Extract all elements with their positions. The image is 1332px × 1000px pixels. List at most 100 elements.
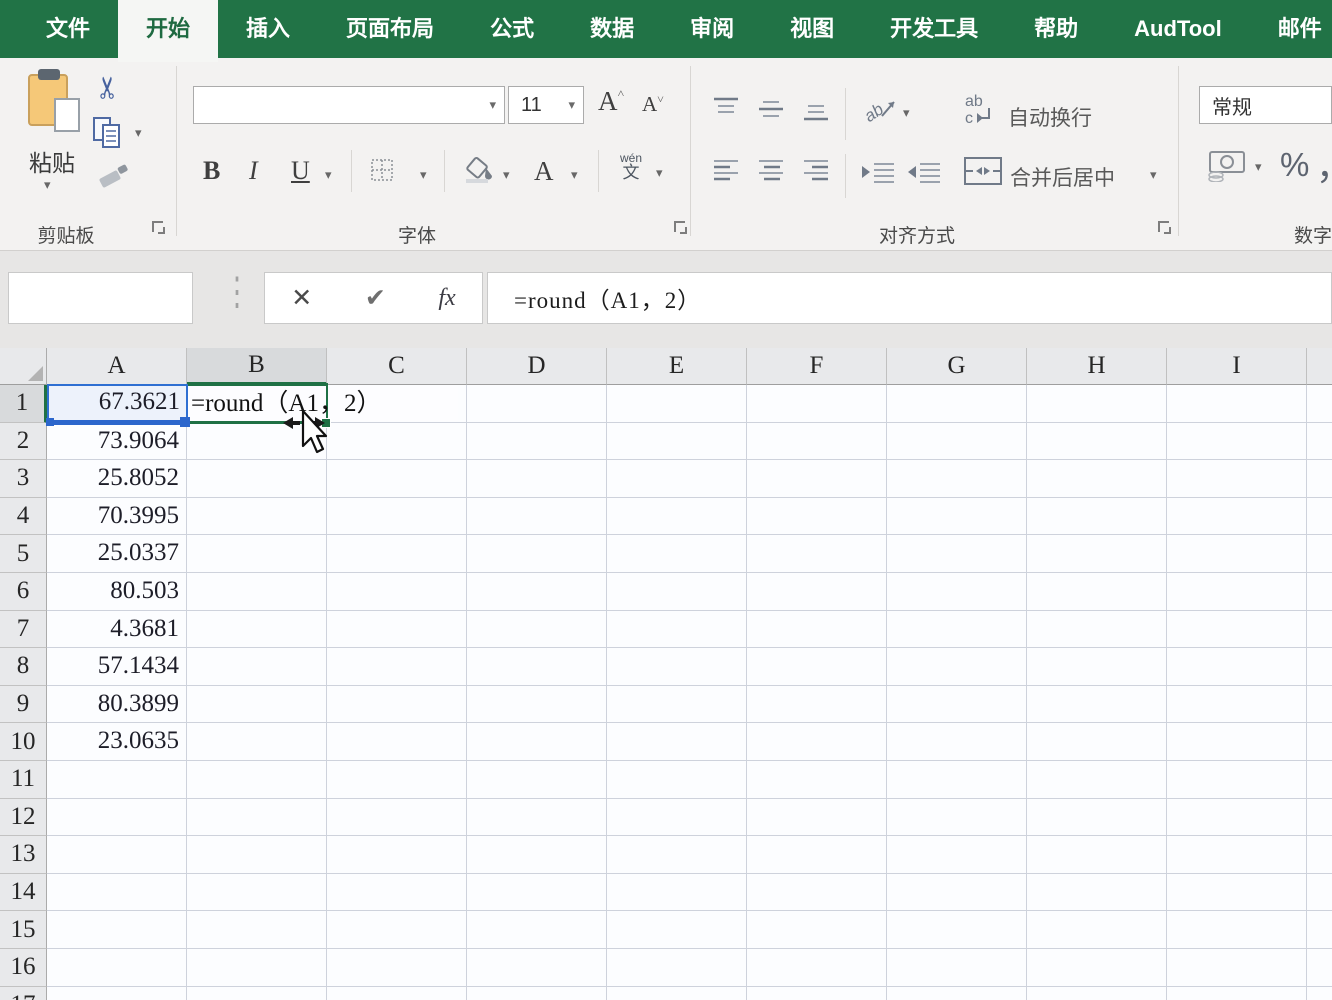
tab-1[interactable]: 文件 bbox=[18, 0, 118, 58]
cell-A15[interactable] bbox=[47, 911, 187, 949]
cell-G12[interactable] bbox=[887, 798, 1027, 837]
align-bottom-icon[interactable] bbox=[802, 100, 832, 129]
row-header-12[interactable]: 12 bbox=[0, 798, 47, 837]
font-name-dropdown-arrow[interactable]: ▾ bbox=[489, 97, 504, 113]
cell-H2[interactable] bbox=[1027, 422, 1167, 461]
paste-dropdown-arrow[interactable]: ▾ bbox=[44, 178, 51, 191]
row-header-15[interactable]: 15 bbox=[0, 911, 47, 949]
cell-G4[interactable] bbox=[887, 497, 1027, 536]
cell-E5[interactable] bbox=[607, 535, 747, 573]
cell-I1[interactable] bbox=[1167, 385, 1307, 423]
cell-partial7[interactable] bbox=[1307, 610, 1332, 649]
percent-style-button[interactable]: % bbox=[1280, 146, 1309, 184]
align-right-icon[interactable] bbox=[802, 158, 832, 189]
cell-D5[interactable] bbox=[467, 535, 607, 573]
cell-C5[interactable] bbox=[327, 535, 467, 573]
cell-F13[interactable] bbox=[747, 836, 887, 874]
phonetic-guide-icon[interactable]: wén 文 bbox=[620, 152, 642, 181]
bold-button[interactable]: B bbox=[203, 156, 220, 186]
cell-E16[interactable] bbox=[607, 948, 747, 987]
cell-A13[interactable] bbox=[47, 836, 187, 874]
cell-partial9[interactable] bbox=[1307, 685, 1332, 724]
merge-center-dropdown-arrow[interactable]: ▾ bbox=[1150, 168, 1157, 181]
align-top-icon[interactable] bbox=[712, 96, 742, 125]
cell-A14[interactable] bbox=[47, 873, 187, 912]
cell-E14[interactable] bbox=[607, 873, 747, 912]
alignment-dialog-launcher[interactable] bbox=[1158, 221, 1171, 234]
row-header-6[interactable]: 6 bbox=[0, 572, 47, 611]
cell-B8[interactable] bbox=[187, 648, 327, 686]
cell-F12[interactable] bbox=[747, 798, 887, 837]
cell-B16[interactable] bbox=[187, 948, 327, 987]
cell-D15[interactable] bbox=[467, 911, 607, 949]
cell-H13[interactable] bbox=[1027, 836, 1167, 874]
cell-A7[interactable]: 4.3681 bbox=[47, 610, 187, 649]
cell-D16[interactable] bbox=[467, 948, 607, 987]
formula-bar-splitter[interactable]: ⋮ bbox=[224, 268, 250, 315]
insert-function-icon[interactable]: fx bbox=[438, 285, 455, 312]
cell-partial1[interactable] bbox=[1307, 385, 1332, 423]
column-header-I[interactable]: I bbox=[1167, 348, 1307, 385]
cell-C7[interactable] bbox=[327, 610, 467, 649]
cell-G2[interactable] bbox=[887, 422, 1027, 461]
cell-B14[interactable] bbox=[187, 873, 327, 912]
cell-B10[interactable] bbox=[187, 723, 327, 761]
tab-4[interactable]: 页面布局 bbox=[318, 0, 462, 58]
cell-H10[interactable] bbox=[1027, 723, 1167, 761]
tab-10[interactable]: 帮助 bbox=[1006, 0, 1106, 58]
formula-input[interactable]: =round（A1，2） bbox=[487, 272, 1332, 324]
cell-E15[interactable] bbox=[607, 911, 747, 949]
cell-partial3[interactable] bbox=[1307, 460, 1332, 498]
cell-H17[interactable] bbox=[1027, 986, 1167, 1000]
cell-C9[interactable] bbox=[327, 685, 467, 724]
cell-D17[interactable] bbox=[467, 986, 607, 1000]
cell-C4[interactable] bbox=[327, 497, 467, 536]
cell-G14[interactable] bbox=[887, 873, 1027, 912]
underline-dropdown-arrow[interactable]: ▾ bbox=[325, 168, 332, 181]
font-dialog-launcher[interactable] bbox=[674, 221, 687, 234]
cell-E11[interactable] bbox=[607, 760, 747, 799]
column-header-G[interactable]: G bbox=[887, 348, 1027, 385]
align-center-icon[interactable] bbox=[757, 158, 787, 189]
format-painter-icon[interactable] bbox=[96, 162, 132, 197]
cell-G15[interactable] bbox=[887, 911, 1027, 949]
cell-D7[interactable] bbox=[467, 610, 607, 649]
fill-color-dropdown-arrow[interactable]: ▾ bbox=[503, 168, 510, 181]
column-header-H[interactable]: H bbox=[1027, 348, 1167, 385]
accounting-format-icon[interactable] bbox=[1206, 148, 1246, 187]
cell-A5[interactable]: 25.0337 bbox=[47, 535, 187, 573]
cell-C14[interactable] bbox=[327, 873, 467, 912]
paste-icon[interactable] bbox=[28, 69, 80, 132]
tab-6[interactable]: 数据 bbox=[562, 0, 662, 58]
cell-H5[interactable] bbox=[1027, 535, 1167, 573]
cell-I14[interactable] bbox=[1167, 873, 1307, 912]
cell-G7[interactable] bbox=[887, 610, 1027, 649]
orientation-icon[interactable]: ab bbox=[861, 92, 898, 129]
cell-D11[interactable] bbox=[467, 760, 607, 799]
cell-F17[interactable] bbox=[747, 986, 887, 1000]
cell-A16[interactable] bbox=[47, 948, 187, 987]
cell-F5[interactable] bbox=[747, 535, 887, 573]
cell-partial10[interactable] bbox=[1307, 723, 1332, 761]
cell-E4[interactable] bbox=[607, 497, 747, 536]
font-name-combo[interactable]: ▾ bbox=[193, 86, 505, 124]
cell-G5[interactable] bbox=[887, 535, 1027, 573]
cell-H8[interactable] bbox=[1027, 648, 1167, 686]
cell-E1[interactable] bbox=[607, 385, 747, 423]
cell-partial11[interactable] bbox=[1307, 760, 1332, 799]
cell-G8[interactable] bbox=[887, 648, 1027, 686]
cell-C3[interactable] bbox=[327, 460, 467, 498]
row-header-17[interactable]: 17 bbox=[0, 986, 47, 1000]
cell-G11[interactable] bbox=[887, 760, 1027, 799]
cell-F10[interactable] bbox=[747, 723, 887, 761]
cell-I15[interactable] bbox=[1167, 911, 1307, 949]
row-header-9[interactable]: 9 bbox=[0, 685, 47, 724]
tab-3[interactable]: 插入 bbox=[218, 0, 318, 58]
cell-F1[interactable] bbox=[747, 385, 887, 423]
row-header-3[interactable]: 3 bbox=[0, 460, 47, 498]
cell-I2[interactable] bbox=[1167, 422, 1307, 461]
cell-F4[interactable] bbox=[747, 497, 887, 536]
underline-button[interactable]: U bbox=[291, 156, 310, 186]
cell-a1-reference-highlight[interactable]: 67.3621 bbox=[46, 384, 190, 427]
column-header-B[interactable]: B bbox=[187, 348, 327, 385]
